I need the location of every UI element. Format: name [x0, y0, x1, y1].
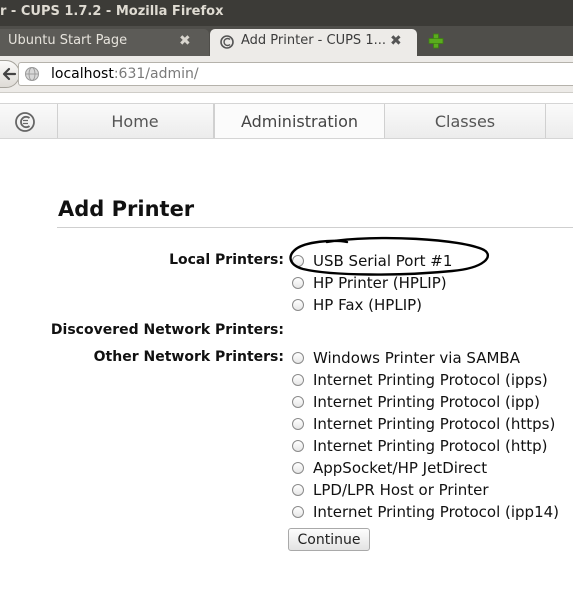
option-label: Internet Printing Protocol (ipps) — [313, 371, 548, 389]
radio-button[interactable] — [292, 299, 304, 311]
tab-add-printer[interactable]: Add Printer - CUPS 1... ✖ — [210, 29, 417, 56]
discovered-network-printers-label: Discovered Network Printers: — [50, 322, 284, 338]
tab-label: Add Printer - CUPS 1... — [241, 33, 386, 48]
annotation-circle — [289, 236, 490, 276]
url-bar[interactable]: localhost:631/admin/ — [18, 62, 573, 86]
radio-button[interactable] — [292, 396, 304, 408]
page-title: Add Printer — [58, 197, 195, 221]
option-label: Internet Printing Protocol (ipp14) — [313, 503, 560, 521]
cups-logo-link[interactable] — [0, 104, 58, 138]
back-button[interactable] — [0, 60, 20, 88]
nav-administration[interactable]: Administration — [214, 104, 385, 138]
back-arrow-icon — [2, 67, 17, 81]
nav-classes[interactable]: Classes — [385, 104, 546, 138]
radio-button[interactable] — [292, 440, 304, 452]
option-label: HP Printer (HPLIP) — [313, 274, 447, 292]
cups-favicon-icon — [220, 35, 234, 49]
option-label: AppSocket/HP JetDirect — [313, 459, 488, 477]
radio-button[interactable] — [292, 484, 304, 496]
radio-button[interactable] — [292, 277, 304, 289]
title-divider — [57, 227, 573, 228]
option-label: Internet Printing Protocol (ipp) — [313, 393, 540, 411]
close-tab-icon[interactable]: ✖ — [390, 32, 402, 50]
tab-label: Ubuntu Start Page — [8, 33, 128, 48]
radio-button[interactable] — [292, 506, 304, 518]
url-path: :631/admin/ — [113, 66, 199, 82]
tab-strip: Ubuntu Start Page ✖ Add Printer - CUPS 1… — [0, 26, 573, 56]
nav-home[interactable]: Home — [57, 104, 214, 138]
window-titlebar: r - CUPS 1.7.2 - Mozilla Firefox — [0, 0, 573, 26]
tab-ubuntu-start-page[interactable]: Ubuntu Start Page ✖ — [0, 29, 209, 56]
option-label: Internet Printing Protocol (https) — [313, 415, 556, 433]
window-title: r - CUPS 1.7.2 - Mozilla Firefox — [0, 4, 224, 19]
cups-logo-icon — [15, 112, 35, 132]
other-network-printers-label: Other Network Printers: — [93, 349, 284, 365]
continue-button[interactable]: Continue — [288, 528, 370, 551]
option-label: Windows Printer via SAMBA — [313, 349, 520, 367]
url-text: localhost:631/admin/ — [51, 66, 199, 82]
globe-icon — [25, 67, 39, 81]
radio-button[interactable] — [292, 462, 304, 474]
cups-nav-bar: Home Administration Classes — [0, 103, 573, 139]
radio-button[interactable] — [292, 352, 304, 364]
radio-button[interactable] — [292, 374, 304, 386]
option-label: HP Fax (HPLIP) — [313, 296, 423, 314]
option-label: Internet Printing Protocol (http) — [313, 437, 548, 455]
radio-button[interactable] — [292, 418, 304, 430]
navigation-toolbar: localhost:631/admin/ — [0, 56, 573, 93]
plus-icon[interactable] — [426, 31, 446, 51]
option-label: LPD/LPR Host or Printer — [313, 481, 489, 499]
close-tab-icon[interactable]: ✖ — [179, 32, 191, 50]
local-printers-label: Local Printers: — [169, 252, 284, 268]
url-host: localhost — [51, 66, 114, 82]
